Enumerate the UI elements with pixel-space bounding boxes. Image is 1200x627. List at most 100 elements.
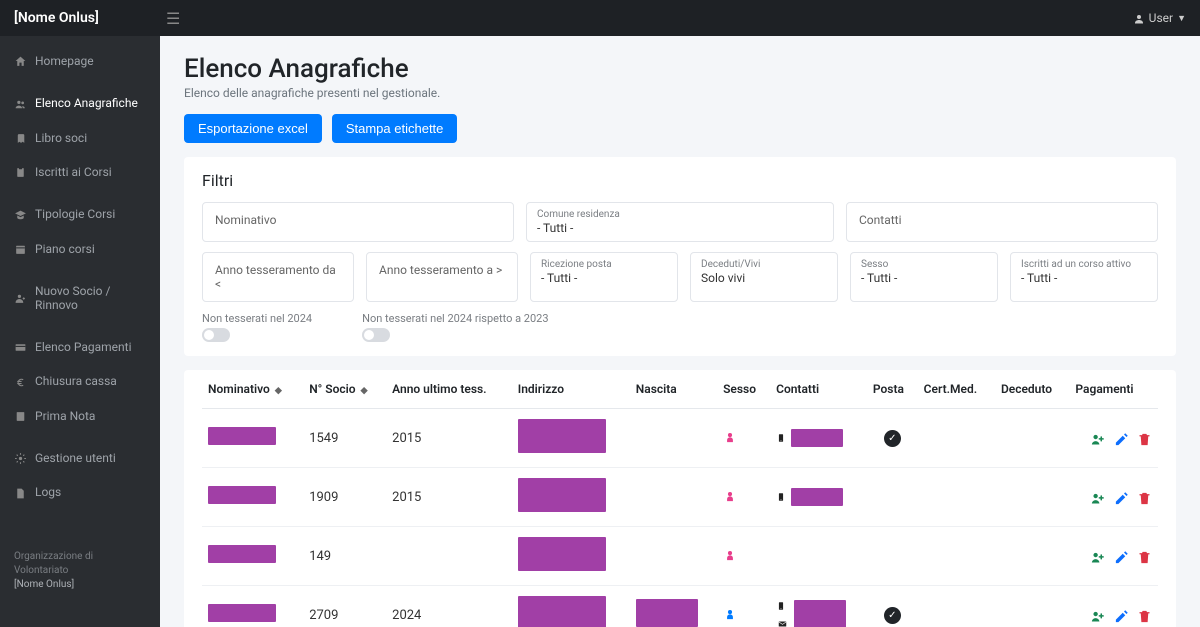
clipboard-icon — [14, 165, 27, 179]
redacted-nascita — [636, 599, 698, 627]
filter-iscritti[interactable]: Iscritti ad un corso attivo - Tutti - — [1010, 252, 1158, 302]
filters-card: Filtri Nominativo Comune residenza - Tut… — [184, 157, 1176, 356]
sidebar-item-gestione-utenti[interactable]: Gestione utenti — [0, 441, 160, 475]
book-icon — [14, 131, 27, 145]
row-delete-icon[interactable] — [1137, 429, 1152, 447]
table-row: 1549 2015 ✓ — [202, 409, 1158, 468]
sidebar-item-logs[interactable]: Logs — [0, 475, 160, 509]
th-sesso: Sesso — [717, 370, 770, 409]
row-actions — [1075, 429, 1152, 447]
user-menu[interactable]: User ▼ — [1133, 11, 1186, 25]
toggle-label: Non tesserati nel 2024 — [202, 312, 312, 325]
row-edit-icon[interactable] — [1114, 429, 1129, 447]
cell-n-socio: 149 — [303, 527, 386, 586]
filter-ricezione[interactable]: Ricezione posta - Tutti - — [530, 252, 678, 302]
sidebar-item-label: Elenco Anagrafiche — [35, 96, 138, 110]
filter-placeholder: Nominativo — [215, 213, 276, 227]
sidebar-item-libro-soci[interactable]: Libro soci — [0, 121, 160, 155]
mail-icon — [776, 616, 789, 627]
filter-anno-da[interactable]: Anno tesseramento da < — [202, 252, 354, 302]
th-nominativo[interactable]: Nominativo ◆ — [202, 370, 303, 409]
sidebar-item-label: Gestione utenti — [35, 451, 116, 465]
checkmark-icon: ✓ — [884, 430, 901, 447]
sidebar-item-label: Tipologie Corsi — [35, 207, 115, 221]
export-excel-button[interactable]: Esportazione excel — [184, 114, 322, 143]
redacted-address — [518, 537, 606, 571]
filter-contatti[interactable]: Contatti — [846, 202, 1158, 242]
hamburger-icon[interactable]: ☰ — [160, 9, 186, 28]
sidebar-item-piano-corsi[interactable]: Piano corsi — [0, 232, 160, 266]
th-anno-ultimo[interactable]: Anno ultimo tess. — [386, 370, 512, 409]
filter-label: Sesso — [861, 259, 987, 270]
sidebar-item-homepage[interactable]: Homepage — [0, 44, 160, 78]
row-actions — [1075, 606, 1152, 624]
row-actions — [1075, 488, 1152, 506]
page-subtitle: Elenco delle anagrafiche presenti nel ge… — [184, 86, 1176, 100]
row-add-icon[interactable] — [1089, 488, 1106, 506]
print-labels-button[interactable]: Stampa etichette — [332, 114, 458, 143]
row-actions — [1075, 547, 1152, 565]
sidebar-item-elenco-anagrafiche[interactable]: Elenco Anagrafiche — [0, 86, 160, 120]
redacted-address — [518, 596, 606, 627]
toggle-non-tesserati-2024[interactable]: Non tesserati nel 2024 — [202, 312, 312, 342]
redacted-name — [208, 604, 276, 622]
row-edit-icon[interactable] — [1114, 606, 1129, 624]
toggle-pill[interactable] — [362, 328, 390, 342]
sidebar: Homepage Elenco Anagrafiche Libro soci I… — [0, 36, 160, 627]
redacted-address — [518, 478, 606, 512]
sidebar-item-iscritti-corsi[interactable]: Iscritti ai Corsi — [0, 155, 160, 189]
redacted-contact — [794, 600, 846, 627]
file-icon — [14, 485, 27, 499]
filter-placeholder: Anno tesseramento a > — [379, 263, 502, 277]
filter-placeholder: Contatti — [859, 213, 902, 227]
row-edit-icon[interactable] — [1114, 488, 1129, 506]
checkmark-icon: ✓ — [884, 607, 901, 624]
sidebar-item-label: Piano corsi — [35, 242, 95, 256]
row-add-icon[interactable] — [1089, 606, 1106, 624]
cell-anno: 2024 — [386, 586, 512, 627]
user-icon — [1133, 11, 1145, 25]
row-delete-icon[interactable] — [1137, 606, 1152, 624]
sidebar-item-tipologie-corsi[interactable]: Tipologie Corsi — [0, 197, 160, 231]
row-delete-icon[interactable] — [1137, 547, 1152, 565]
main-content: Elenco Anagrafiche Elenco delle anagrafi… — [160, 36, 1200, 627]
sidebar-item-prima-nota[interactable]: Prima Nota — [0, 399, 160, 433]
redacted-contact — [791, 429, 843, 447]
filter-value: - Tutti - — [861, 271, 987, 285]
filter-sesso[interactable]: Sesso - Tutti - — [850, 252, 998, 302]
redacted-contact — [791, 488, 843, 506]
cell-n-socio: 2709 — [303, 586, 386, 627]
filter-nominativo[interactable]: Nominativo — [202, 202, 514, 242]
sidebar-item-label: Iscritti ai Corsi — [35, 165, 112, 179]
cell-n-socio: 1549 — [303, 409, 386, 468]
row-add-icon[interactable] — [1089, 429, 1106, 447]
th-certmed: Cert.Med. — [918, 370, 995, 409]
toggle-pill[interactable] — [202, 328, 230, 342]
filter-value: - Tutti - — [541, 271, 667, 285]
gender-icon — [723, 607, 737, 623]
euro-icon — [14, 374, 27, 388]
calendar-icon — [14, 242, 27, 256]
grad-icon — [14, 207, 27, 221]
sidebar-item-nuovo-socio[interactable]: Nuovo Socio / Rinnovo — [0, 274, 160, 322]
toggle-non-tesserati-2024-vs-2023[interactable]: Non tesserati nel 2024 rispetto a 2023 — [362, 312, 548, 342]
cell-anno — [386, 527, 512, 586]
filter-deceduti[interactable]: Deceduti/Vivi Solo vivi — [690, 252, 838, 302]
row-delete-icon[interactable] — [1137, 488, 1152, 506]
mobile-icon — [776, 489, 786, 505]
table-row: 2709 2024 ✓ — [202, 586, 1158, 627]
sidebar-item-elenco-pagamenti[interactable]: Elenco Pagamenti — [0, 330, 160, 364]
filter-label: Iscritti ad un corso attivo — [1021, 259, 1147, 270]
sidebar-footer: Organizzazione di Volontariato [Nome Onl… — [0, 540, 160, 602]
filter-label: Deceduti/Vivi — [701, 259, 827, 270]
filter-anno-a[interactable]: Anno tesseramento a > — [366, 252, 518, 302]
sidebar-item-chiusura-cassa[interactable]: Chiusura cassa — [0, 364, 160, 398]
cell-n-socio: 1909 — [303, 468, 386, 527]
row-edit-icon[interactable] — [1114, 547, 1129, 565]
sort-icon: ◆ — [275, 386, 282, 396]
filter-comune[interactable]: Comune residenza - Tutti - — [526, 202, 834, 242]
gender-icon — [723, 430, 737, 446]
row-add-icon[interactable] — [1089, 547, 1106, 565]
th-n-socio[interactable]: N° Socio ◆ — [303, 370, 386, 409]
sidebar-item-label: Elenco Pagamenti — [35, 340, 132, 354]
